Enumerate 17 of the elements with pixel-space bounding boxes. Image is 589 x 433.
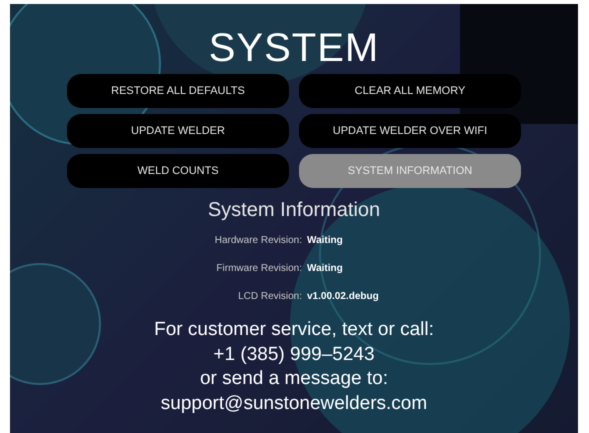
contact-line: support@sunstonewelders.com <box>160 392 428 416</box>
info-label: LCD Revision: <box>237 290 302 304</box>
menu-button[interactable]: WELD COUNTS <box>67 154 289 188</box>
info-value: v1.00.02.debug <box>307 290 379 304</box>
contact-line: +1 (385) 999–5243 <box>213 342 375 366</box>
menu-button[interactable]: UPDATE WELDER <box>67 114 289 148</box>
menu-button[interactable]: CLEAR ALL MEMORY <box>299 74 521 108</box>
contact-line: or send a message to: <box>200 367 388 391</box>
menu-button[interactable]: UPDATE WELDER OVER WIFI <box>299 114 521 148</box>
info-value: Waiting <box>307 234 343 248</box>
menu-button[interactable]: RESTORE ALL DEFAULTS <box>67 74 289 108</box>
info-label: Hardware Revision: <box>214 234 302 248</box>
section-heading: System Information <box>208 198 380 222</box>
info-value: Waiting <box>307 262 343 276</box>
info-label: Firmware Revision: <box>215 262 302 276</box>
contact-line: For customer service, text or call: <box>154 318 434 342</box>
page-title: SYSTEM <box>208 25 380 72</box>
